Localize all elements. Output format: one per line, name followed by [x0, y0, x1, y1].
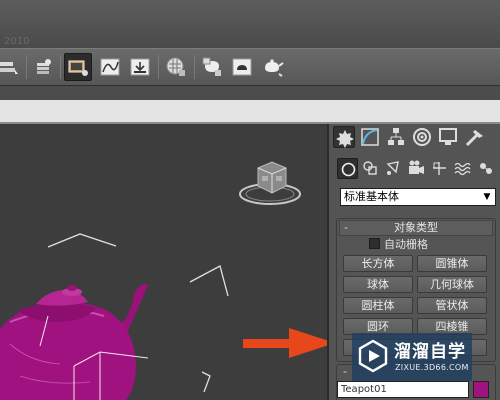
- helpers-icon[interactable]: [429, 158, 450, 179]
- curve-editor-icon[interactable]: [96, 53, 124, 81]
- collapse-toggle[interactable]: -: [344, 221, 348, 235]
- autogrid-checkbox[interactable]: [369, 238, 380, 249]
- modify-tab-icon[interactable]: [359, 126, 381, 148]
- title-text: 2010: [4, 36, 30, 47]
- render-setup-icon[interactable]: [198, 53, 226, 81]
- create-tab-icon[interactable]: [333, 126, 355, 148]
- toolbar-separator: [194, 55, 195, 79]
- layer-icon[interactable]: [0, 53, 22, 81]
- object-name-field[interactable]: Teapot01: [337, 381, 469, 398]
- 3dsmax-window: 2010 标准基本体 ▼ - 对象类型 自动栅格 长方体 圆锥体 球体 几何球体…: [0, 0, 500, 400]
- utilities-tab-icon[interactable]: [463, 126, 485, 148]
- main-toolbar: [0, 48, 500, 86]
- object-color-swatch[interactable]: [473, 381, 489, 398]
- create-categories: [337, 158, 497, 182]
- object-type-rollout-header[interactable]: - 对象类型: [339, 220, 493, 236]
- schematic-view-icon[interactable]: [64, 53, 92, 81]
- toolbar-separator: [60, 55, 61, 79]
- toolbar-separator: [158, 55, 159, 79]
- box-button[interactable]: 长方体: [343, 255, 413, 272]
- watermark-url: ZIXUE.3D66.COM: [395, 363, 469, 372]
- watermark-title: 溜溜自学: [394, 342, 466, 362]
- object-type-title: 对象类型: [394, 221, 438, 234]
- play-logo-icon: [358, 339, 388, 373]
- geometry-icon[interactable]: [337, 158, 358, 179]
- command-panel-tabs: [333, 126, 498, 150]
- cone-button[interactable]: 圆锥体: [417, 255, 487, 272]
- viewport-header-strip: [0, 100, 500, 124]
- collapse-toggle[interactable]: -: [343, 365, 347, 378]
- menu-band: [0, 86, 500, 100]
- scene-explorer-icon[interactable]: [30, 53, 58, 81]
- geosphere-button[interactable]: 几何球体: [417, 276, 487, 293]
- tube-button[interactable]: 管状体: [417, 297, 487, 314]
- viewcube[interactable]: [239, 161, 301, 205]
- dropdown-selected-value: 标准基本体: [344, 190, 399, 203]
- dropdown-arrow-icon: ▼: [483, 192, 491, 202]
- dope-sheet-icon[interactable]: [126, 53, 154, 81]
- material-editor-icon[interactable]: [162, 53, 190, 81]
- lights-icon[interactable]: [383, 158, 404, 179]
- primitive-type-dropdown[interactable]: 标准基本体 ▼: [340, 188, 496, 206]
- cylinder-button[interactable]: 圆柱体: [343, 297, 413, 314]
- toolbar-separator: [26, 55, 27, 79]
- space-warps-icon[interactable]: [452, 158, 473, 179]
- autogrid-row[interactable]: 自动栅格: [369, 238, 428, 252]
- rendered-frame-icon[interactable]: [228, 53, 256, 81]
- annotation-arrow-icon: [243, 328, 335, 358]
- perspective-viewport[interactable]: [0, 126, 327, 400]
- hierarchy-tab-icon[interactable]: [385, 126, 407, 148]
- display-tab-icon[interactable]: [437, 126, 459, 148]
- cameras-icon[interactable]: [406, 158, 427, 179]
- motion-tab-icon[interactable]: [411, 126, 433, 148]
- watermark: 溜溜自学 ZIXUE.3D66.COM: [352, 333, 472, 381]
- sphere-button[interactable]: 球体: [343, 276, 413, 293]
- shapes-icon[interactable]: [360, 158, 381, 179]
- title-bar: 2010: [0, 0, 500, 48]
- teapot-render-icon[interactable]: [258, 53, 286, 81]
- systems-icon[interactable]: [475, 158, 496, 179]
- autogrid-label: 自动栅格: [384, 238, 428, 251]
